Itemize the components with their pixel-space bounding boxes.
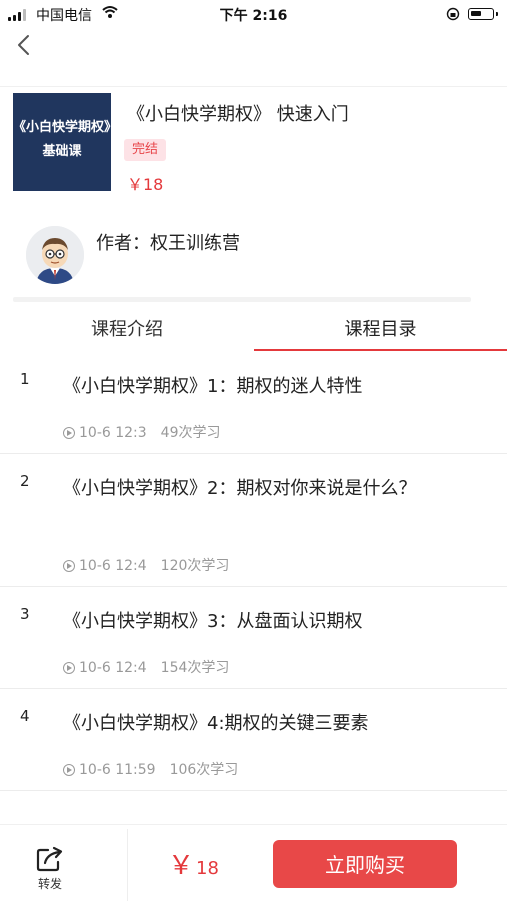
back-button[interactable]: [12, 30, 36, 60]
share-button[interactable]: 转发: [28, 845, 72, 892]
lesson-time: 10-6 11:59: [79, 762, 156, 778]
price-amount: 18: [196, 858, 219, 879]
status-badge: 完结: [124, 139, 167, 161]
play-icon: [63, 764, 75, 776]
lesson-views: 106次学习: [169, 762, 239, 778]
play-icon: [63, 560, 75, 572]
lesson-time: 10-6 12:4: [79, 558, 147, 574]
share-icon: [36, 846, 63, 872]
course-title: 《小白快学期权》 快速入门: [127, 104, 349, 125]
lesson-title: 《小白快学期权》4:期权的关键三要素: [63, 713, 369, 734]
tab-course-intro[interactable]: 课程介绍: [0, 313, 254, 351]
lesson-meta: 10-6 12:4 120次学习: [63, 555, 229, 575]
lesson-views: 154次学习: [160, 660, 230, 676]
battery-icon: [468, 8, 498, 20]
lesson-views: 120次学习: [160, 558, 230, 574]
lesson-title: 《小白快学期权》2：期权对你来说是什么？: [63, 478, 417, 499]
lesson-index: 1: [20, 370, 30, 388]
lesson-index: 4: [20, 707, 30, 725]
lesson-index: 3: [20, 605, 30, 623]
lesson-title: 《小白快学期权》1：期权的迷人特性: [63, 376, 363, 397]
bottom-bar: 转发 ￥ 18 立即购买: [0, 824, 507, 901]
cover-title: 《小白快学期权》: [13, 120, 118, 135]
active-tab-indicator: [254, 349, 507, 351]
status-bar: 中国电信 下午 2:16: [0, 0, 507, 28]
lesson-time: 10-6 12:3: [79, 425, 147, 441]
nav-divider: [0, 86, 507, 87]
status-time: 下午 2:16: [219, 8, 288, 24]
lesson-item[interactable]: 2 《小白快学期权》2：期权对你来说是什么？ 10-6 12:4 120次学习: [0, 454, 507, 587]
lesson-item[interactable]: 1 《小白快学期权》1：期权的迷人特性 10-6 12:3 49次学习: [0, 352, 507, 454]
play-icon: [63, 662, 75, 674]
bottom-price: ￥ 18: [168, 845, 219, 882]
lesson-item[interactable]: 3 《小白快学期权》3：从盘面认识期权 10-6 12:4 154次学习: [0, 587, 507, 689]
avatar-illustration-icon: [26, 226, 84, 284]
course-price: ￥18: [127, 175, 164, 194]
lesson-item[interactable]: 4 《小白快学期权》4:期权的关键三要素 10-6 11:59 106次学习: [0, 689, 507, 791]
tab-course-catalog[interactable]: 课程目录: [254, 313, 507, 351]
section-separator: [13, 297, 471, 302]
price-symbol: ￥: [168, 851, 195, 881]
lesson-views: 49次学习: [160, 425, 221, 441]
lesson-time: 10-6 12:4: [79, 660, 147, 676]
lesson-meta: 10-6 11:59 106次学习: [63, 759, 238, 779]
play-icon: [63, 427, 75, 439]
lesson-meta: 10-6 12:3 49次学习: [63, 422, 221, 442]
rotation-lock-icon: [446, 7, 460, 21]
cover-subtitle: 基础课: [42, 144, 82, 159]
lesson-title: 《小白快学期权》3：从盘面认识期权: [63, 611, 363, 632]
lesson-meta: 10-6 12:4 154次学习: [63, 657, 229, 677]
course-cover-image: 《小白快学期权》 基础课: [13, 93, 118, 191]
bar-divider: [127, 829, 128, 901]
lesson-index: 2: [20, 472, 30, 490]
buy-now-button[interactable]: 立即购买: [273, 840, 457, 888]
share-label: 转发: [37, 877, 62, 891]
author-name: 作者：权王训练营: [96, 233, 240, 254]
author-avatar: [26, 226, 84, 284]
